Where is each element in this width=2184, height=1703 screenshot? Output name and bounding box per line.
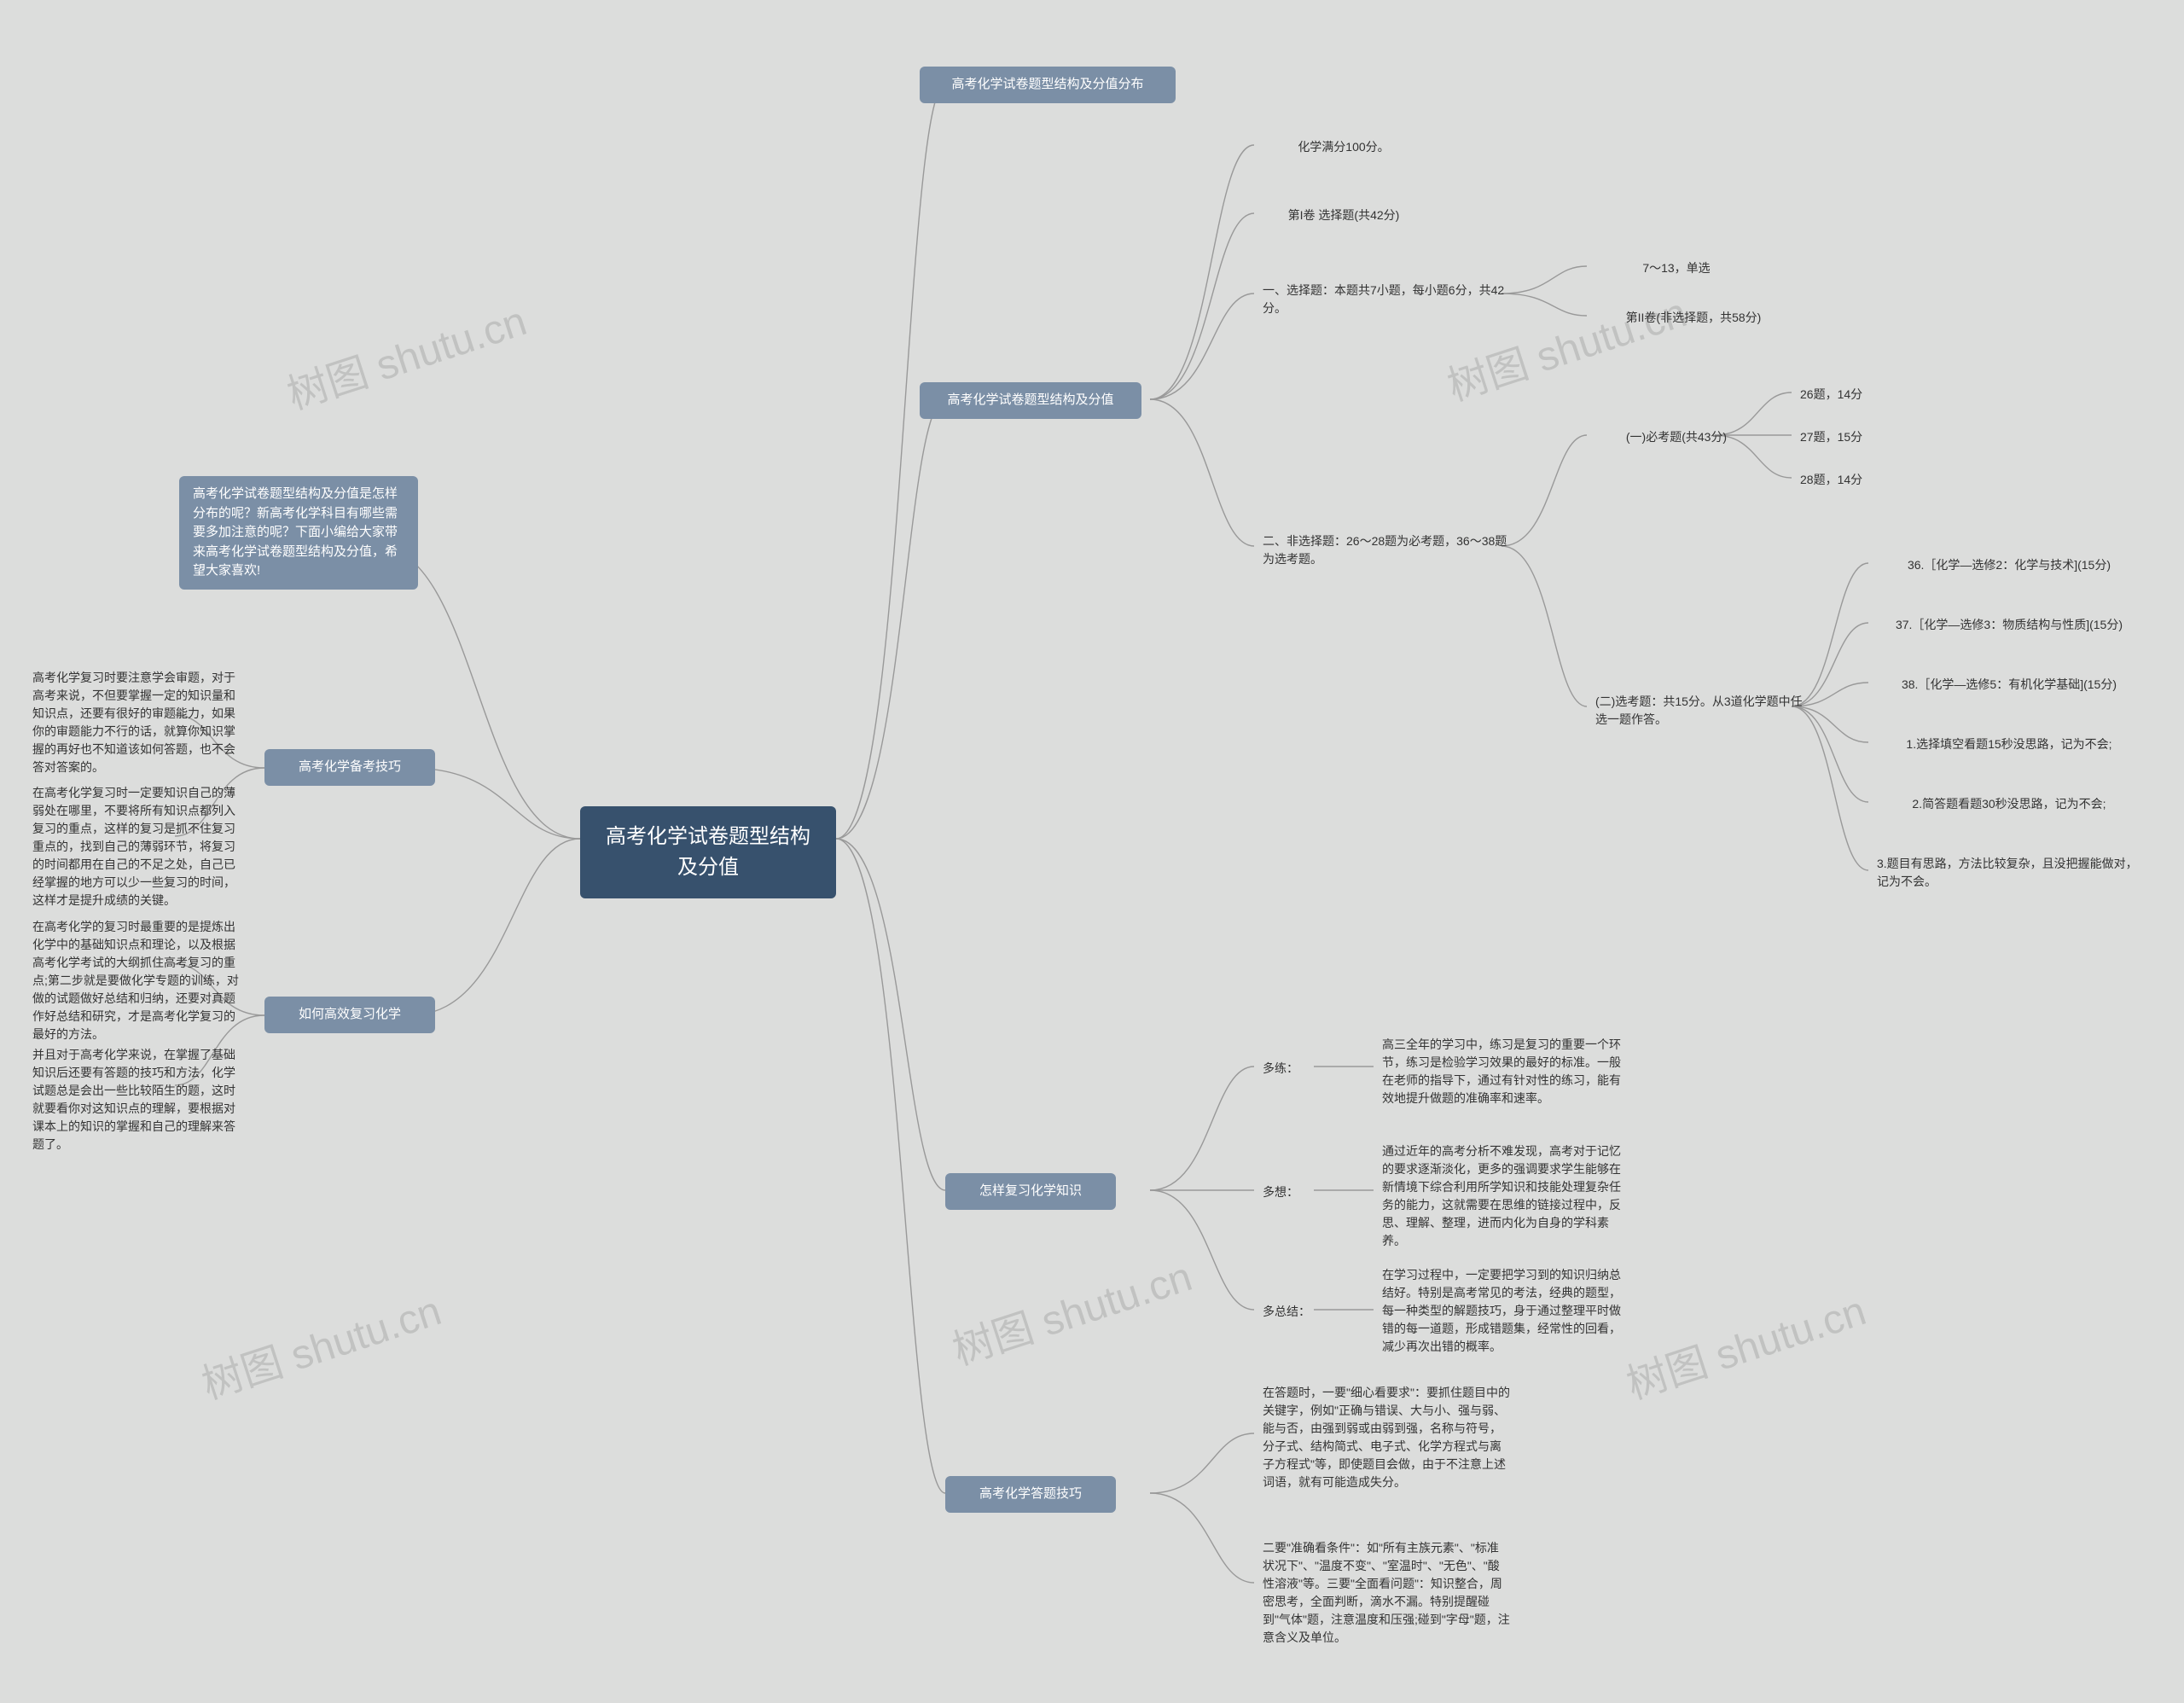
leaf-xkt-e: 2.简答题看题30秒没思路，记为不会; xyxy=(1868,792,2141,817)
watermark: 树图 shutu.cn xyxy=(278,288,532,421)
leaf-gaoxiao-b: 并且对于高考化学来说，在掌握了基础知识后还要有答题的技巧和方法，化学试题总是会出… xyxy=(24,1043,246,1157)
leaf-xkt-f: 3.题目有思路，方法比较复杂，且没把握能做对，记为不会。 xyxy=(1868,852,2141,894)
leaf-zongjie-v: 在学习过程中，一定要把学习到的知识归纳总结好。特别是高考常见的考法，经典的题型，… xyxy=(1374,1263,1629,1359)
leaf-lian-k: 多练： xyxy=(1254,1056,1298,1081)
leaf-xkt: (二)选考题：共15分。从3道化学题中任选一题作答。 xyxy=(1587,689,1809,732)
leaf-xkt-b: 37.［化学—选修3：物质结构与性质](15分) xyxy=(1868,613,2141,637)
leaf-xiang-k: 多想： xyxy=(1254,1180,1298,1205)
leaf-xkt-d: 1.选择填空看题15秒没思路，记为不会; xyxy=(1868,732,2141,757)
node-fuxi[interactable]: 怎样复习化学知识 xyxy=(945,1173,1116,1210)
leaf-xkt-a: 36.［化学—选修2：化学与技术](15分) xyxy=(1868,553,2141,578)
watermark: 树图 shutu.cn xyxy=(193,1277,447,1410)
node-gaoxiao[interactable]: 如何高效复习化学 xyxy=(264,997,435,1033)
leaf-beikao-a: 高考化学复习时要注意学会审题，对于高考来说，不但要掌握一定的知识量和知识点，还要… xyxy=(24,666,246,780)
intro-box[interactable]: 高考化学试卷题型结构及分值是怎样分布的呢？新高考化学科目有哪些需要多加注意的呢？… xyxy=(179,476,418,590)
leaf-sec1-b: 第II卷(非选择题，共58分) xyxy=(1587,305,1792,330)
leaf-zongjie-k: 多总结： xyxy=(1254,1299,1310,1324)
root-node[interactable]: 高考化学试卷题型结构及分值 xyxy=(580,806,836,898)
watermark: 树图 shutu.cn xyxy=(1618,1277,1872,1410)
node-beikao[interactable]: 高考化学备考技巧 xyxy=(264,749,435,786)
leaf-lian-v: 高三全年的学习中，练习是复习的重要一个环节，练习是检验学习效果的最好的标准。一般… xyxy=(1374,1032,1629,1111)
leaf-gaoxiao-a: 在高考化学的复习时最重要的是提炼出化学中的基础知识点和理论，以及根据高考化学考试… xyxy=(24,915,246,1047)
leaf-xkt-c: 38.［化学—选修5：有机化学基础](15分) xyxy=(1868,672,2141,697)
node-dati[interactable]: 高考化学答题技巧 xyxy=(945,1476,1116,1513)
node-struct[interactable]: 高考化学试卷题型结构及分值 xyxy=(920,382,1141,419)
leaf-beikao-b: 在高考化学复习时一定要知识自己的薄弱处在哪里，不要将所有知识点都列入复习的重点，… xyxy=(24,781,246,913)
leaf-full: 化学满分100分。 xyxy=(1254,135,1425,160)
node-fenbu[interactable]: 高考化学试卷题型结构及分值分布 xyxy=(920,67,1176,103)
leaf-bkt-b: 27题，15分 xyxy=(1792,425,1862,450)
leaf-dati-b: 二要"准确看条件"：如"所有主族元素"、"标准状况下"、"温度不变"、"室温时"… xyxy=(1254,1536,1510,1650)
leaf-sec1-a: 7～13，单选 xyxy=(1587,256,1757,281)
leaf-dati-a: 在答题时，一要"细心看要求"：要抓住题目中的关键字，例如"正确与错误、大与小、强… xyxy=(1254,1380,1510,1495)
leaf-sec2: 二、非选择题：26～28题为必考题，36～38题为选考题。 xyxy=(1254,529,1510,572)
leaf-bkt: (一)必考题(共43分) xyxy=(1587,425,1757,450)
connector-layer xyxy=(0,0,2184,1703)
leaf-bkt-a: 26题，14分 xyxy=(1792,382,1862,407)
leaf-juan1: 第I卷 选择题(共42分) xyxy=(1254,203,1425,228)
leaf-sec1: 一、选择题：本题共7小题，每小题6分，共42分。 xyxy=(1254,278,1510,321)
leaf-xiang-v: 通过近年的高考分析不难发现，高考对于记忆的要求逐渐淡化，更多的强调要求学生能够在… xyxy=(1374,1139,1629,1253)
leaf-bkt-c: 28题，14分 xyxy=(1792,468,1862,492)
watermark: 树图 shutu.cn xyxy=(944,1243,1198,1376)
